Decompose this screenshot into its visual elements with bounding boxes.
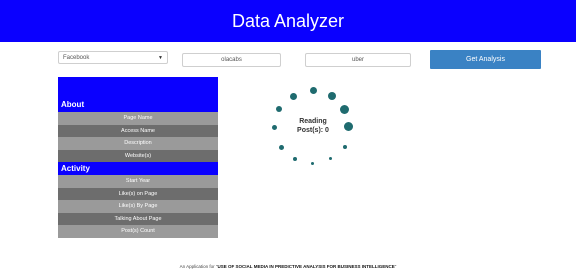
spinner-dot: [343, 145, 347, 149]
first-page-input[interactable]: olacabs: [182, 53, 281, 67]
spinner-dot: [276, 106, 282, 112]
get-analysis-button[interactable]: Get Analysis: [430, 50, 541, 69]
loading-line-posts: Post(s): 0: [297, 127, 329, 134]
get-analysis-label: Get Analysis: [466, 56, 505, 63]
activity-item-start-year[interactable]: Start Year: [58, 175, 218, 188]
footer-project-title: USE OF SOCIAL MEDIA IN PREDICTIVE ANALYS…: [217, 264, 395, 269]
spinner-dot: [311, 162, 314, 165]
activity-item-post-count[interactable]: Post(s) Count: [58, 225, 218, 238]
second-page-input[interactable]: uber: [305, 53, 411, 67]
app-header: Data Analyzer: [0, 0, 576, 42]
about-item-description[interactable]: Description: [58, 137, 218, 150]
loading-status: Reading Post(s): 0: [268, 117, 358, 135]
second-page-input-value: uber: [351, 57, 364, 63]
spinner-dot: [279, 145, 284, 150]
footer-prefix: An Application for ": [179, 264, 218, 269]
first-page-input-value: olacabs: [221, 57, 242, 63]
spinner-dot: [328, 92, 336, 100]
info-panel: About Page Name Access Name Description …: [58, 77, 218, 238]
loading-line-reading: Reading: [299, 118, 327, 125]
about-item-access-name[interactable]: Access Name: [58, 124, 218, 137]
spinner-dot: [329, 157, 332, 160]
activity-heading: Activity: [58, 162, 218, 175]
activity-list: Start Year Like(s) on Page Like(s) By Pa…: [58, 175, 218, 238]
about-list: Page Name Access Name Description Websit…: [58, 112, 218, 162]
app-title: Data Analyzer: [231, 10, 345, 31]
activity-item-talking-about[interactable]: Talking About Page: [58, 212, 218, 225]
activity-item-likes-by-page[interactable]: Like(s) By Page: [58, 200, 218, 213]
about-heading-label: About: [61, 100, 85, 109]
about-item-website[interactable]: Website(s): [58, 149, 218, 162]
chevron-down-icon: ▼: [158, 54, 163, 61]
activity-item-likes-on-page[interactable]: Like(s) on Page: [58, 187, 218, 200]
footer-credit: An Application for "USE OF SOCIAL MEDIA …: [0, 264, 576, 269]
spinner-dot: [293, 157, 297, 161]
footer-suffix: ": [394, 264, 397, 269]
platform-select[interactable]: Facebook ▼: [58, 51, 168, 64]
loading-spinner: Reading Post(s): 0: [268, 85, 358, 175]
platform-select-value: Facebook: [63, 54, 90, 61]
spinner-dot: [340, 105, 349, 114]
activity-heading-label: Activity: [61, 164, 90, 173]
spinner-dot: [290, 93, 297, 100]
about-item-page-name[interactable]: Page Name: [58, 112, 218, 125]
about-heading: About: [58, 77, 218, 112]
spinner-dot: [310, 87, 317, 94]
